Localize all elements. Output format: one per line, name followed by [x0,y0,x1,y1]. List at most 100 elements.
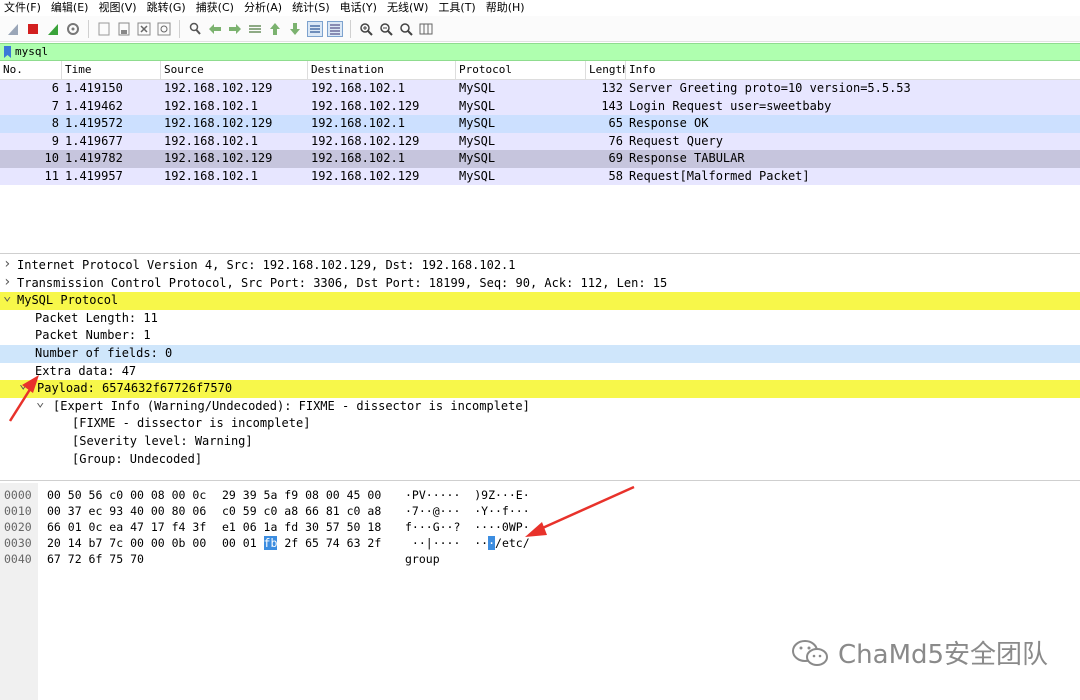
packet-row[interactable]: 9 1.419677 192.168.102.1 192.168.102.129 MyS… [0,132,1080,150]
chevron-down-icon[interactable]: ⌄ [3,288,11,306]
display-filter-input[interactable]: mysql [15,44,48,60]
chevron-down-icon[interactable]: ⌄ [19,376,27,394]
packet-row[interactable]: 6 1.419150 192.168.102.129 192.168.102.1 MyS… [0,80,1080,98]
detail-tree-item[interactable]: › Transmission Control Protocol, Src Port… [0,274,1080,293]
column-header-length[interactable]: Length [586,61,626,79]
chevron-down-icon[interactable]: ⌄ [36,394,44,412]
packet-destination: 192.168.102.1 [311,116,405,130]
menu-go[interactable]: 跳转(G) [142,0,191,16]
column-header-source[interactable]: Source [161,61,308,79]
restart-capture-icon[interactable] [45,21,61,37]
packet-info: Request Query [629,133,723,148]
ascii-selected-char[interactable]: · [488,536,496,550]
packet-protocol: MySQL [459,133,496,148]
packet-time: 1.419572 [65,116,123,130]
packet-info: Response TABULAR [629,151,745,165]
detail-tree-item[interactable]: Number of fields: 0 [0,344,1080,363]
detail-tree-item[interactable]: Packet Number: 1 [0,327,1080,345]
hex-bytes-group-b: 29 39 5a f9 08 00 45 00 [222,488,382,502]
detail-tree-item[interactable]: ⌄ [Expert Info (Warning/Undecoded): FIXME… [0,394,1080,416]
detail-tree-item[interactable]: [Group: Undecoded] [0,450,1080,469]
menu-capture[interactable]: 捕获(C) [191,0,239,16]
hex-ascii: ··|···· ···/etc/ [405,535,530,551]
toolbar-separator [350,19,351,38]
packet-row[interactable]: 11 1.419957 192.168.102.1 192.168.102.129 My… [0,167,1080,185]
go-to-packet-icon[interactable] [247,21,263,37]
detail-item-text: Packet Length: 11 [35,310,158,325]
detail-item-text: Internet Protocol Version 4, Src: 192.16… [17,258,516,272]
menu-help[interactable]: 帮助(H) [481,0,530,16]
packet-source: 192.168.102.1 [164,133,258,148]
column-header-destination[interactable]: Destination [308,61,456,79]
hex-bytes: 2f 65 74 63 2f [277,536,382,550]
resize-columns-icon[interactable] [418,21,434,37]
packet-destination: 192.168.102.1 [311,81,405,95]
packet-info: Response OK [629,116,709,130]
zoom-normal-icon[interactable] [398,21,414,37]
packet-info: Login Request user=sweetbaby [629,98,832,113]
detail-tree-item[interactable]: › Internet Protocol Version 4, Src: 192.1… [0,256,1080,275]
packet-time: 1.419957 [65,168,123,183]
hex-bytes-group-a: 00 37 ec 93 40 00 80 06 [47,504,207,518]
packet-source: 192.168.102.1 [164,98,258,113]
packet-source: 192.168.102.129 [164,81,273,95]
hex-offset: 0040 [4,552,32,566]
find-packet-icon[interactable] [187,21,203,37]
detail-item-text: Packet Number: 1 [35,328,151,343]
save-file-icon[interactable] [116,21,132,37]
go-forward-icon[interactable] [227,21,243,37]
packet-length: 69 [608,151,623,165]
column-header-time[interactable]: Time [62,61,161,79]
detail-tree-item[interactable]: [FIXME - dissector is incomplete] [0,415,1080,433]
menu-view[interactable]: 视图(V) [93,0,141,16]
packet-row[interactable]: 8 1.419572 192.168.102.129 192.168.102.1 MyS… [0,115,1080,133]
close-file-icon[interactable] [136,21,152,37]
detail-tree-item[interactable]: [Severity level: Warning] [0,432,1080,451]
detail-tree-item[interactable]: Packet Length: 11 [0,309,1080,328]
capture-options-icon[interactable] [65,21,81,37]
menu-file[interactable]: 文件(F) [0,0,46,16]
packet-no: 11 [44,168,59,183]
menu-bar: 文件(F) 编辑(E) 视图(V) 跳转(G) 捕获(C) 分析(A) 统计(S… [0,0,1080,16]
zoom-out-icon[interactable] [378,21,394,37]
go-last-icon[interactable] [287,21,303,37]
packet-length: 132 [601,81,623,95]
packet-length: 58 [608,168,623,183]
colorize-icon[interactable] [327,20,343,37]
packet-row[interactable]: 10 1.419782 192.168.102.129 192.168.102.1 My… [0,150,1080,168]
zoom-in-icon[interactable] [358,21,374,37]
detail-tree-item[interactable]: ⌄ Payload: 6574632f67726f7570 [0,376,1080,398]
auto-scroll-icon[interactable] [307,20,323,37]
detail-tree-item[interactable]: ⌄ MySQL Protocol [0,288,1080,310]
hex-ascii: group [405,552,440,566]
packet-protocol: MySQL [459,151,496,165]
menu-edit[interactable]: 编辑(E) [46,0,94,16]
detail-item-text: Payload: 6574632f67726f7570 [37,381,233,396]
filter-bookmark-icon[interactable] [4,46,11,58]
hex-bytes-group-a: 66 01 0c ea 47 17 f4 3f [47,520,207,534]
display-filter-bar: mysql [0,43,1080,61]
menu-telephony[interactable]: 电话(Y) [335,0,382,16]
go-back-icon[interactable] [207,21,223,37]
detail-item-text: [Severity level: Warning] [72,433,253,448]
menu-statistics[interactable]: 统计(S) [287,0,335,16]
packet-list-header: No. Time Source Destination Protocol Len… [0,61,1080,80]
menu-wireless[interactable]: 无线(W) [382,0,433,16]
column-header-info[interactable]: Info [626,61,1080,79]
detail-tree-item[interactable]: Extra data: 47 [0,362,1080,381]
menu-tools[interactable]: 工具(T) [433,0,480,16]
menu-analyze[interactable]: 分析(A) [239,0,287,16]
reload-file-icon[interactable] [156,21,172,37]
packet-source: 192.168.102.129 [164,151,273,165]
packet-row[interactable]: 7 1.419462 192.168.102.1 192.168.102.129 MyS… [0,97,1080,115]
stop-capture-icon[interactable] [25,21,41,37]
column-header-no[interactable]: No. [0,61,62,79]
open-file-icon[interactable] [96,21,112,37]
go-first-icon[interactable] [267,21,283,37]
chevron-right-icon[interactable]: › [3,256,11,274]
detail-item-text: [Group: Undecoded] [72,451,203,466]
shark-fin-start-icon[interactable] [5,21,21,37]
hex-selected-byte[interactable]: fb [263,536,278,550]
hex-bytes-group-b: c0 59 c0 a8 66 81 c0 a8 [222,504,382,518]
column-header-protocol[interactable]: Protocol [456,61,586,79]
